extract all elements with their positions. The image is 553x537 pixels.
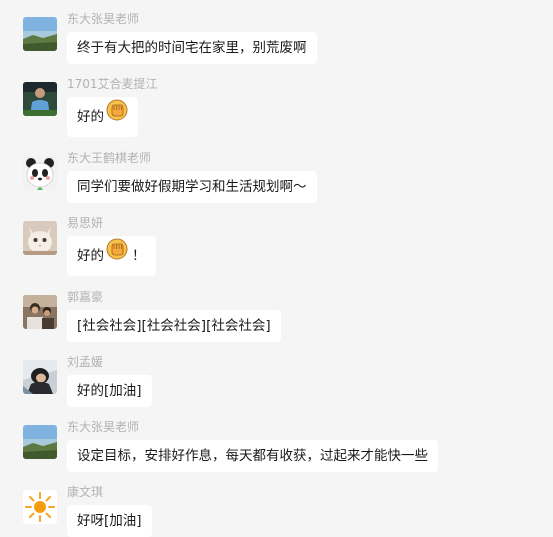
sender-name: 康文琪 <box>67 485 104 499</box>
message-bubble[interactable]: 好的 <box>67 97 138 137</box>
message-bubble[interactable]: 同学们要做好假期学习和生活规划啊～ <box>67 171 317 203</box>
avatar-cat[interactable] <box>23 221 57 255</box>
avatar-portrait[interactable] <box>23 360 57 394</box>
sender-name: 易思妍 <box>67 216 104 230</box>
avatar-photo[interactable] <box>23 295 57 329</box>
sender-name: 东大张昊老师 <box>67 12 140 26</box>
sender-name: 刘孟媛 <box>67 355 104 369</box>
message-text: 好呀[加油] <box>77 513 142 529</box>
avatar-landscape[interactable] <box>23 17 57 51</box>
avatar-player[interactable] <box>23 82 57 116</box>
message-text: 好的[加油] <box>77 383 142 399</box>
sender-name: 1701艾合麦提江 <box>67 77 158 91</box>
message-bubble[interactable]: 设定目标，安排好作息，每天都有收获，过起来才能快一些 <box>67 440 438 472</box>
message-text: 终于有大把的时间宅在家里，别荒废啊 <box>77 40 307 56</box>
avatar-sun[interactable] <box>23 490 57 524</box>
message-bubble[interactable]: 好的[加油] <box>67 375 152 407</box>
fist-emoji-icon <box>106 236 128 276</box>
message-text: 同学们要做好假期学习和生活规划啊～ <box>77 179 307 195</box>
avatar-landscape[interactable] <box>23 425 57 459</box>
message-text: 好的 <box>77 109 104 125</box>
message-suffix: ！ <box>132 248 146 264</box>
sender-name: 郭嘉豪 <box>67 290 104 304</box>
avatar-panda[interactable] <box>23 156 57 190</box>
message-text: [社会社会][社会社会][社会社会] <box>77 318 271 334</box>
sender-name: 东大张昊老师 <box>67 420 140 434</box>
message-bubble[interactable]: 好呀[加油] <box>67 505 152 537</box>
message-bubble[interactable]: 好的 ！ <box>67 236 156 276</box>
message-text: 设定目标，安排好作息，每天都有收获，过起来才能快一些 <box>77 448 428 464</box>
sender-name: 东大王鹤棋老师 <box>67 151 152 165</box>
message-bubble[interactable]: [社会社会][社会社会][社会社会] <box>67 310 281 342</box>
message-bubble[interactable]: 终于有大把的时间宅在家里，别荒废啊 <box>67 32 317 64</box>
fist-emoji-icon <box>106 97 128 137</box>
message-text: 好的 <box>77 248 104 264</box>
